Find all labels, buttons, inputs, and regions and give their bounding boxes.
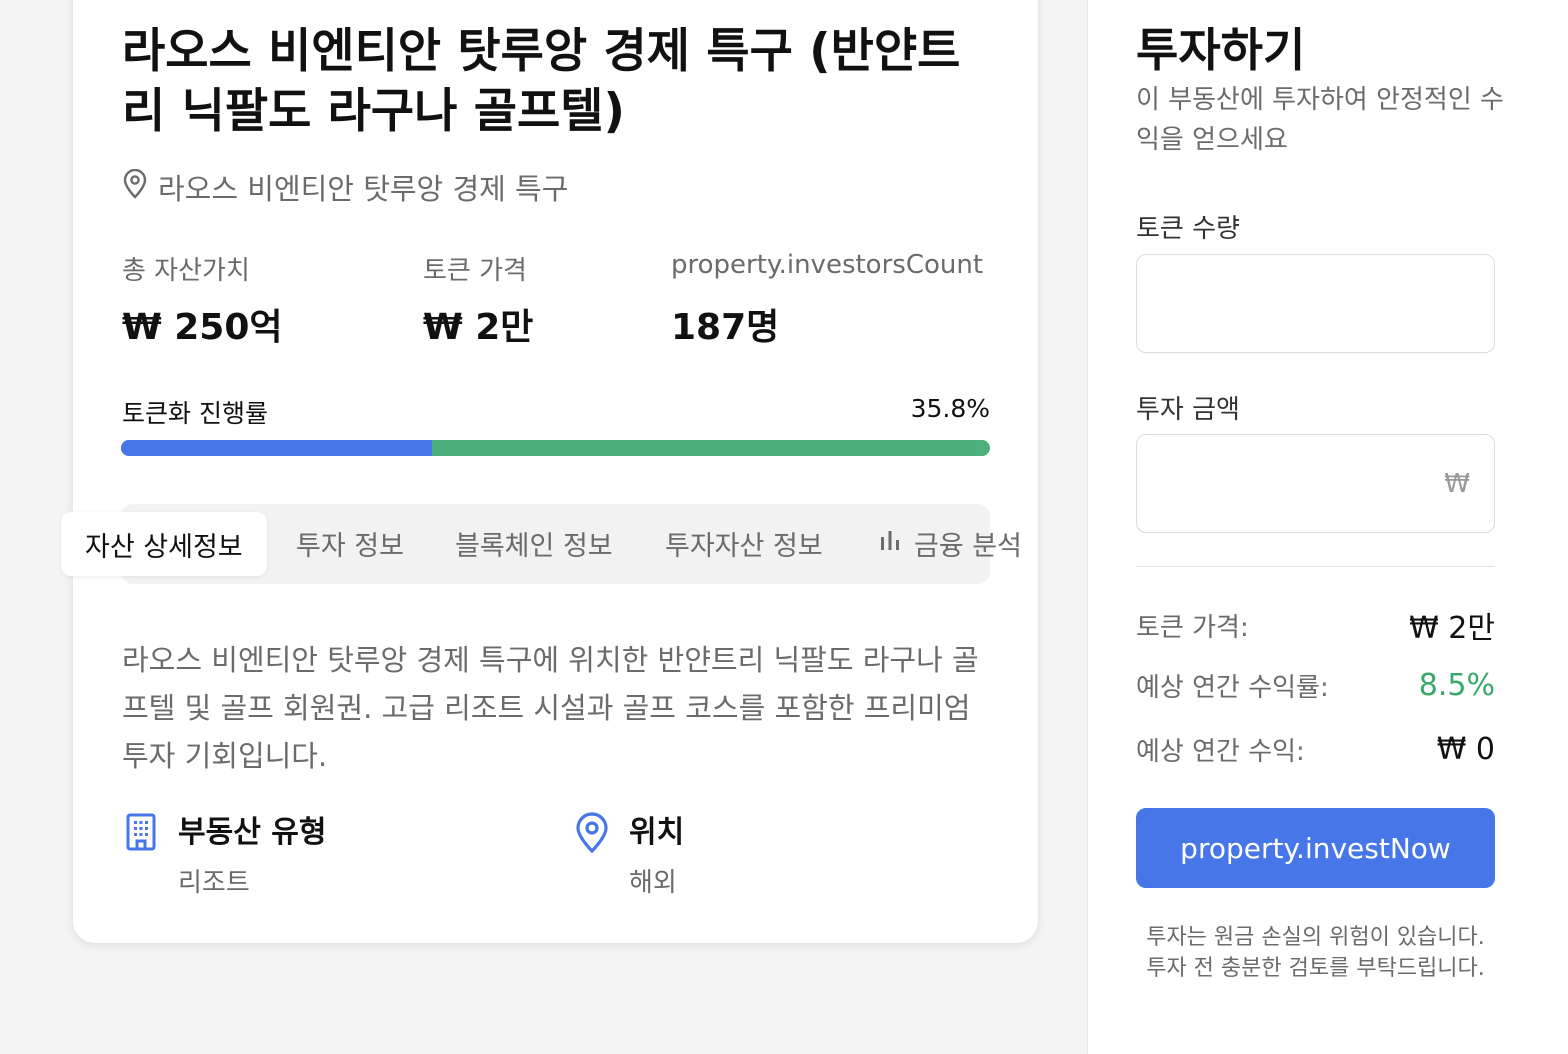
tab-label: 금융 분석 xyxy=(914,530,1022,562)
stat-token-price: 토큰 가격 ₩ 2만 xyxy=(423,250,533,350)
token-qty-label: 토큰 수량 xyxy=(1136,214,1240,244)
summary-value: ₩ 2만 xyxy=(1409,611,1495,646)
tab-label: 투자 정보 xyxy=(296,530,404,562)
page: 라오스 비엔티안 탓루앙 경제 특구 (반얀트리 닉팔도 라구나 골프텔) 라오… xyxy=(0,0,1568,1054)
tab-asset-details[interactable]: 자산 상세정보 xyxy=(61,512,267,576)
location-text: 라오스 비엔티안 탓루앙 경제 특구 xyxy=(158,172,569,206)
summary-value: ₩ 0 xyxy=(1436,732,1495,767)
tab-label: 자산 상세정보 xyxy=(85,531,243,563)
stat-total-value: 총 자산가치 ₩ 250억 xyxy=(122,250,283,350)
info-location: 위치 해외 xyxy=(573,812,684,899)
stat-value: ₩ 2만 xyxy=(423,307,534,348)
summary-token-price: 토큰 가격: ₩ 2만 xyxy=(1136,603,1495,647)
currency-suffix: ₩ xyxy=(1444,468,1470,499)
stat-label: 토큰 가격 xyxy=(423,256,527,286)
invest-subtitle: 이 부동산에 투자하여 안정적인 수익을 얻으세요 xyxy=(1136,85,1504,155)
info-label: 부동산 유형 xyxy=(178,815,327,850)
token-qty-input[interactable] xyxy=(1136,254,1495,353)
stat-value: ₩ 250억 xyxy=(122,307,283,348)
info-value: 해외 xyxy=(629,868,677,898)
summary-value: 8.5% xyxy=(1418,668,1495,703)
info-label: 위치 xyxy=(629,815,685,850)
progress-bar xyxy=(121,440,990,456)
summary-label: 예상 연간 수익: xyxy=(1136,737,1305,767)
tab-financial-analysis[interactable]: 금융 분석 xyxy=(878,522,1022,564)
property-title: 라오스 비엔티안 탓루앙 경제 특구 (반얀트리 닉팔도 라구나 골프텔) xyxy=(122,24,961,139)
summary-yield: 예상 연간 수익률: 8.5% xyxy=(1136,667,1495,704)
info-property-type: 부동산 유형 리조트 xyxy=(122,812,326,899)
risk-disclaimer: 투자는 원금 손실의 위험이 있습니다. 투자 전 충분한 검토를 부탁드립니다… xyxy=(1146,925,1485,981)
tab-investment-info[interactable]: 투자 정보 xyxy=(296,522,404,564)
progress-value: 35.8% xyxy=(910,394,990,423)
divider xyxy=(1136,566,1495,567)
amount-input[interactable]: ₩ xyxy=(1136,434,1495,533)
tab-asset-info[interactable]: 투자자산 정보 xyxy=(665,522,823,564)
progress-fill xyxy=(121,440,433,456)
summary-income: 예상 연간 수익: ₩ 0 xyxy=(1136,731,1495,768)
stat-label: property.investorsCount xyxy=(671,250,984,280)
summary-label: 예상 연간 수익률: xyxy=(1136,673,1329,703)
info-value: 리조트 xyxy=(178,868,250,898)
property-location: 라오스 비엔티안 탓루앙 경제 특구 xyxy=(122,166,568,208)
invest-title: 투자하기 xyxy=(1136,23,1306,77)
bar-chart-icon xyxy=(878,528,902,559)
map-pin-icon xyxy=(573,812,611,899)
map-pin-icon xyxy=(122,168,148,206)
building-icon xyxy=(122,812,160,899)
amount-label: 투자 금액 xyxy=(1136,395,1240,425)
stat-value: 187명 xyxy=(671,307,780,348)
stat-investors: property.investorsCount 187명 xyxy=(671,250,983,350)
tab-label: 블록체인 정보 xyxy=(455,530,613,562)
stat-label: 총 자산가치 xyxy=(122,256,250,286)
progress-label: 토큰화 진행률 xyxy=(122,399,268,428)
summary-label: 토큰 가격: xyxy=(1136,612,1249,643)
property-description: 라오스 비엔티안 탓루앙 경제 특구에 위치한 반얀트리 닉팔도 라구나 골프텔… xyxy=(122,643,979,773)
tab-blockchain-info[interactable]: 블록체인 정보 xyxy=(455,522,613,564)
invest-now-button[interactable]: property.investNow xyxy=(1136,808,1495,888)
progress-header: 토큰화 진행률 35.8% xyxy=(122,394,990,430)
tab-label: 투자자산 정보 xyxy=(665,530,823,562)
